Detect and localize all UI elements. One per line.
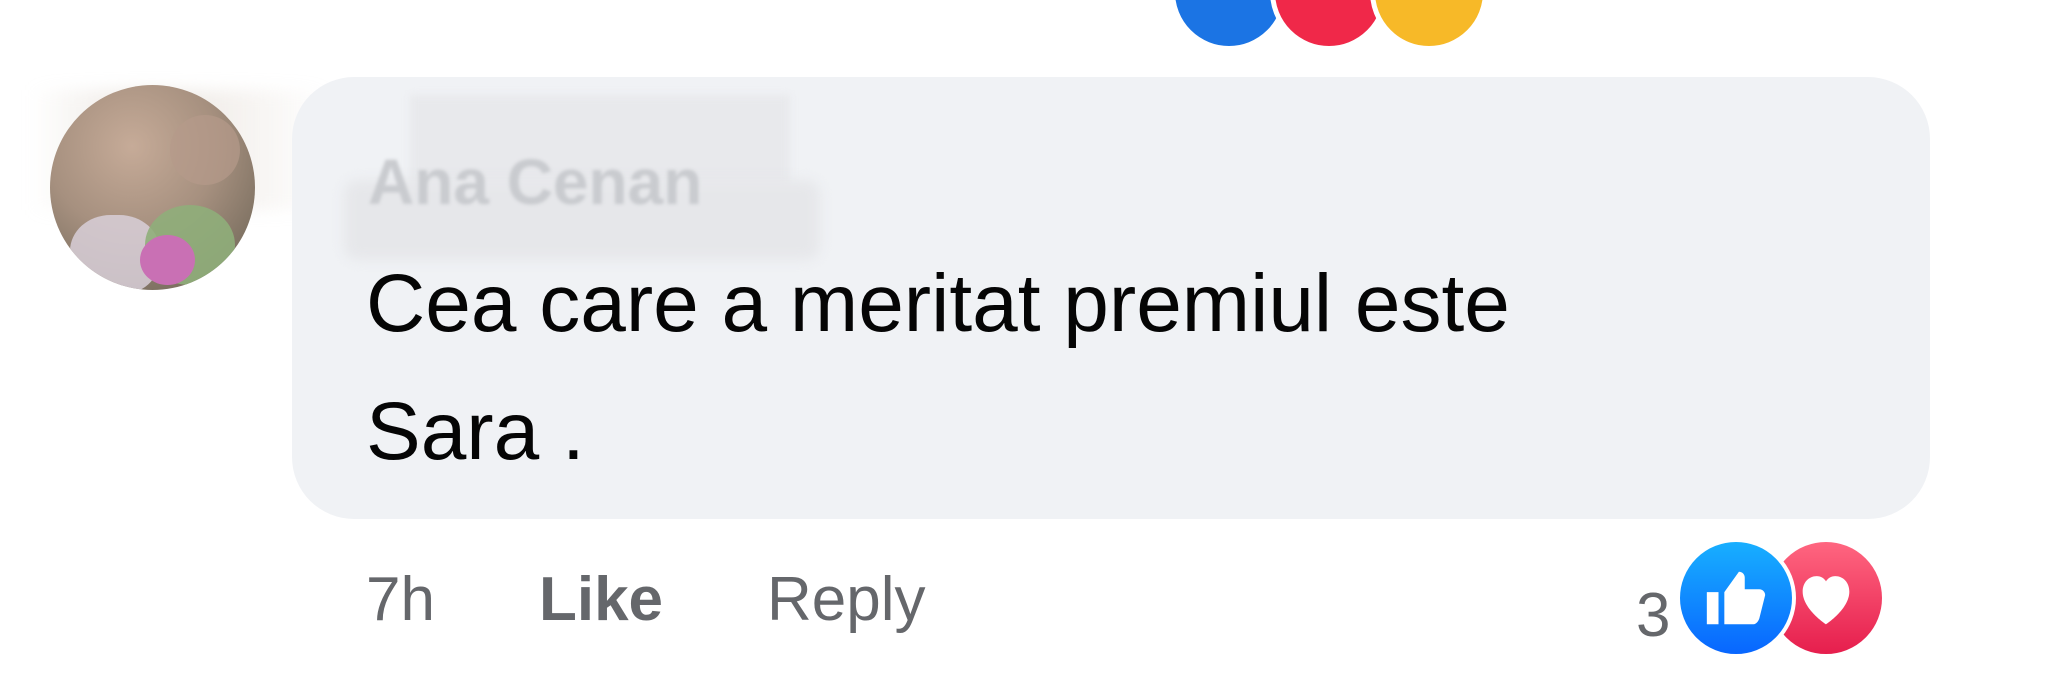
reply-button[interactable]: Reply bbox=[767, 555, 926, 645]
comment-text: Cea care a meritat premiul este Sara . bbox=[366, 258, 1510, 477]
reaction-summary[interactable]: 3 bbox=[1636, 538, 1887, 658]
avatar[interactable] bbox=[50, 85, 255, 290]
previous-comment-reactions bbox=[840, 0, 1488, 51]
comment-timestamp[interactable]: 7h bbox=[366, 555, 435, 645]
haha-icon bbox=[1370, 0, 1488, 51]
comment-actions: 7h Like Reply bbox=[366, 555, 926, 645]
comment-author-name[interactable]: Ana Cenan bbox=[368, 142, 702, 222]
comment-thread: Ana Cenan Cea care a meritat premiul est… bbox=[0, 0, 2065, 700]
love-icon bbox=[1270, 0, 1388, 51]
like-icon bbox=[1170, 0, 1288, 51]
reaction-count: 3 bbox=[1636, 581, 1671, 650]
like-button[interactable]: Like bbox=[539, 555, 663, 645]
like-icon bbox=[1676, 538, 1797, 658]
